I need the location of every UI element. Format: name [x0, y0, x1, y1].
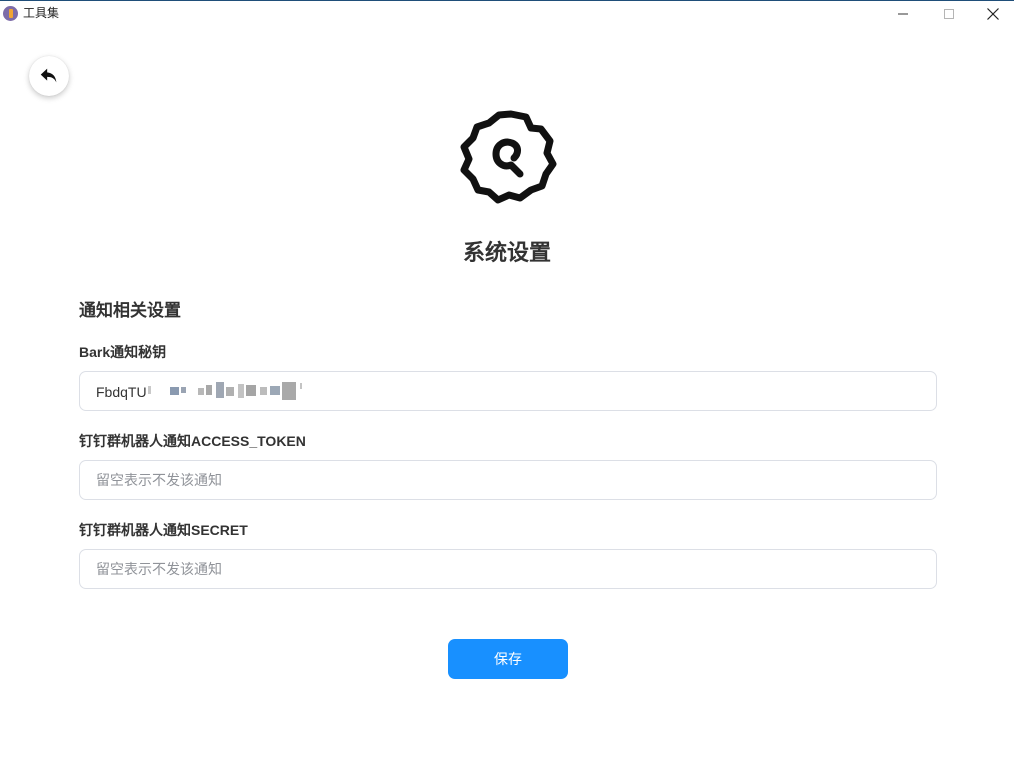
- page-title: 系统设置: [462, 240, 551, 265]
- redacted-text: [148, 381, 308, 401]
- bark-key-value: FbdqTU: [96, 384, 147, 400]
- minimize-button[interactable]: [880, 1, 926, 27]
- maximize-icon: [944, 9, 954, 19]
- gear-icon: [456, 107, 560, 207]
- close-icon: [987, 8, 999, 20]
- app-icon: [3, 6, 18, 21]
- back-button[interactable]: [29, 56, 69, 96]
- secret-label: 钉钉群机器人通知SECRET: [79, 522, 248, 538]
- secret-input[interactable]: [79, 549, 937, 589]
- save-button[interactable]: 保存: [448, 639, 568, 679]
- close-button[interactable]: [970, 1, 1014, 27]
- bark-key-label: Bark通知秘钥: [79, 344, 167, 360]
- minimize-icon: [898, 13, 908, 15]
- maximize-button[interactable]: [926, 1, 972, 27]
- section-title: 通知相关设置: [79, 301, 181, 320]
- access-token-label: 钉钉群机器人通知ACCESS_TOKEN: [79, 433, 306, 449]
- title-bar[interactable]: 工具集: [0, 1, 1014, 27]
- window-title: 工具集: [23, 6, 60, 20]
- undo-arrow-icon: [40, 68, 57, 83]
- app-window: 工具集 系统设置 通知相关设置 Bark通知秘钥 FbdqTU 钉钉群机器人通知…: [0, 0, 1014, 763]
- access-token-input[interactable]: [79, 460, 937, 500]
